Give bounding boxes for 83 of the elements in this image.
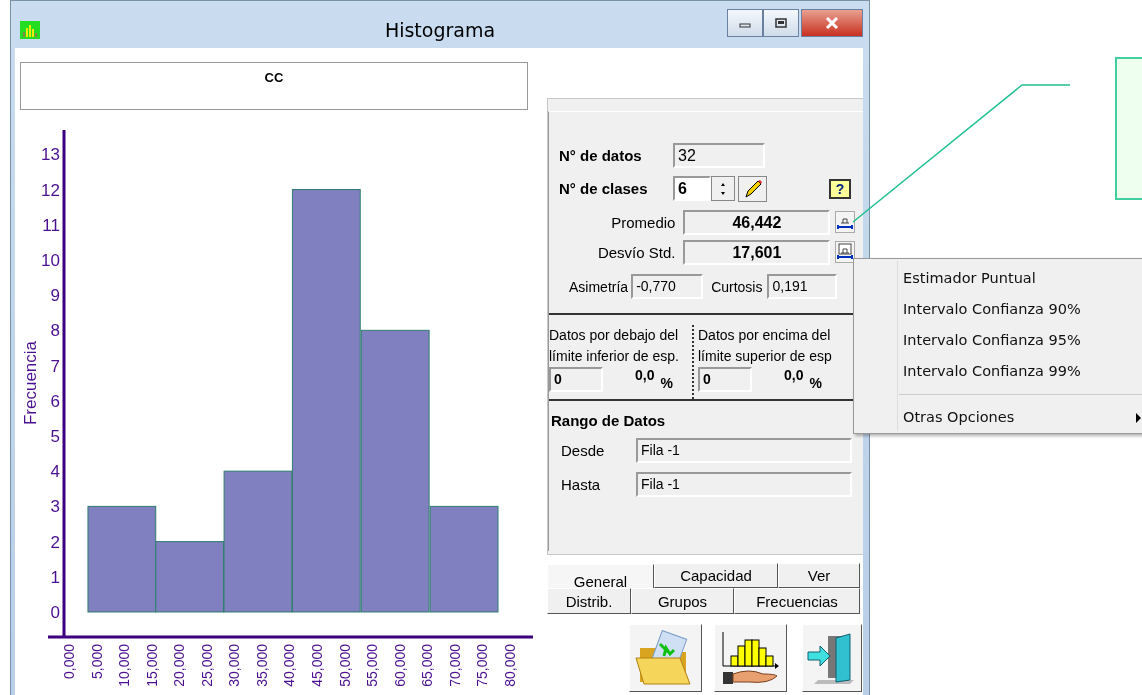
histogram-hand-button[interactable] [714, 624, 787, 692]
y-tick-label: 8 [50, 321, 60, 341]
spec-label: Datos por encima del límite superior de esp [698, 326, 833, 366]
submenu-item[interactable]: Otras Opciones [903, 402, 1142, 433]
exit-door-button[interactable] [802, 624, 862, 692]
x-tick-label: 35,000 [253, 644, 270, 687]
data-count-field: 32 [673, 143, 765, 168]
tab[interactable]: Capacidad [654, 563, 778, 588]
spec-label: Datos por debajo del límite inferior de esp. [549, 326, 680, 366]
percent-value: 0,0 [784, 367, 804, 383]
maximize-icon [775, 18, 787, 28]
tab[interactable]: Distrib. [547, 588, 631, 614]
x-tick-label: 60,000 [391, 644, 408, 687]
x-tick-label: 80,000 [501, 644, 518, 687]
range-field: Fila -1 [636, 437, 852, 463]
count-field: 0 [549, 367, 603, 392]
class-count-field[interactable]: 6 [673, 176, 711, 201]
field-label: Desde [560, 441, 606, 459]
close-button[interactable] [801, 9, 863, 37]
x-tick-label: 30,000 [226, 644, 243, 687]
x-tick-label: 55,000 [364, 644, 381, 687]
y-tick-label: 5 [50, 426, 60, 446]
tab[interactable]: Ver [778, 563, 860, 588]
x-tick-label: 45,000 [308, 644, 325, 687]
mean-field: 46,442 [683, 209, 831, 235]
y-tick-label: 0 [50, 603, 60, 622]
percent-value: 0,0 [635, 367, 655, 383]
pencil-button[interactable] [738, 175, 767, 202]
x-tick-label: 40,000 [281, 644, 298, 687]
y-tick-label: 2 [50, 532, 60, 552]
y-tick-label: 13 [41, 145, 60, 165]
menu-item[interactable]: Intervalo Confianza 95% [903, 325, 1142, 356]
percent-sign: % [660, 375, 673, 391]
field-label: Curtosis [711, 278, 763, 295]
x-tick-label: 65,000 [419, 644, 436, 687]
x-tick-label: 75,000 [474, 644, 491, 687]
y-tick-label: 10 [41, 250, 60, 270]
menu-item[interactable]: Intervalo Confianza 99% [903, 356, 1142, 387]
x-tick-label: 0,000 [60, 644, 77, 680]
x-tick-label: 15,000 [143, 644, 160, 687]
count-field: 0 [698, 367, 752, 392]
window-title: Histograma [384, 19, 496, 41]
submenu-arrow-icon [1136, 413, 1141, 423]
field-label: Promedio [610, 213, 677, 231]
x-tick-label: 20,000 [171, 644, 188, 687]
maximize-button[interactable] [763, 9, 799, 37]
field-label: Asimetría [569, 278, 629, 295]
skewness-field: -0,770 [631, 274, 704, 299]
field-label: Hasta [560, 475, 602, 493]
chart-title: CC [264, 70, 284, 85]
x-tick-label: 70,000 [446, 644, 463, 687]
menu-item[interactable]: Estimador Puntual [903, 263, 1142, 294]
tab[interactable]: Frecuencias [734, 588, 860, 614]
clipboard-icon[interactable] [835, 241, 855, 263]
menu-item[interactable]: Intervalo Confianza 90% [903, 294, 1142, 325]
interval-icon[interactable] [835, 211, 855, 233]
field-label: N° de clases [559, 180, 649, 197]
field-label: Desvío Std. [596, 243, 677, 261]
y-tick-label: 11 [42, 215, 60, 235]
close-icon [825, 17, 839, 29]
std-dev-field: 17,601 [683, 239, 831, 265]
y-axis-label: Frecuencia [21, 340, 40, 426]
field-label: N° de datos [559, 147, 643, 164]
kurtosis-field: 0,191 [767, 274, 838, 299]
x-tick-label: 10,000 [116, 644, 133, 687]
y-tick-label: 12 [41, 180, 60, 200]
y-tick-label: 4 [50, 462, 60, 482]
y-tick-label: 9 [50, 286, 60, 306]
y-tick-label: 6 [50, 391, 60, 411]
y-tick-label: 3 [50, 497, 60, 517]
x-tick-label: 5,000 [88, 644, 105, 680]
help-button[interactable]: ? [829, 178, 851, 199]
minimize-button[interactable] [727, 9, 763, 37]
range-field: Fila -1 [636, 471, 852, 497]
percent-sign: % [809, 375, 822, 391]
y-tick-label: 1 [50, 567, 60, 587]
x-tick-label: 50,000 [336, 644, 353, 687]
tab[interactable]: Grupos [631, 588, 734, 614]
x-tick-label: 25,000 [198, 644, 215, 687]
open-folder-button[interactable] [629, 624, 702, 692]
section-title: Rango de Datos [551, 412, 667, 429]
y-tick-label: 7 [50, 356, 60, 376]
chart-icon [20, 21, 40, 39]
